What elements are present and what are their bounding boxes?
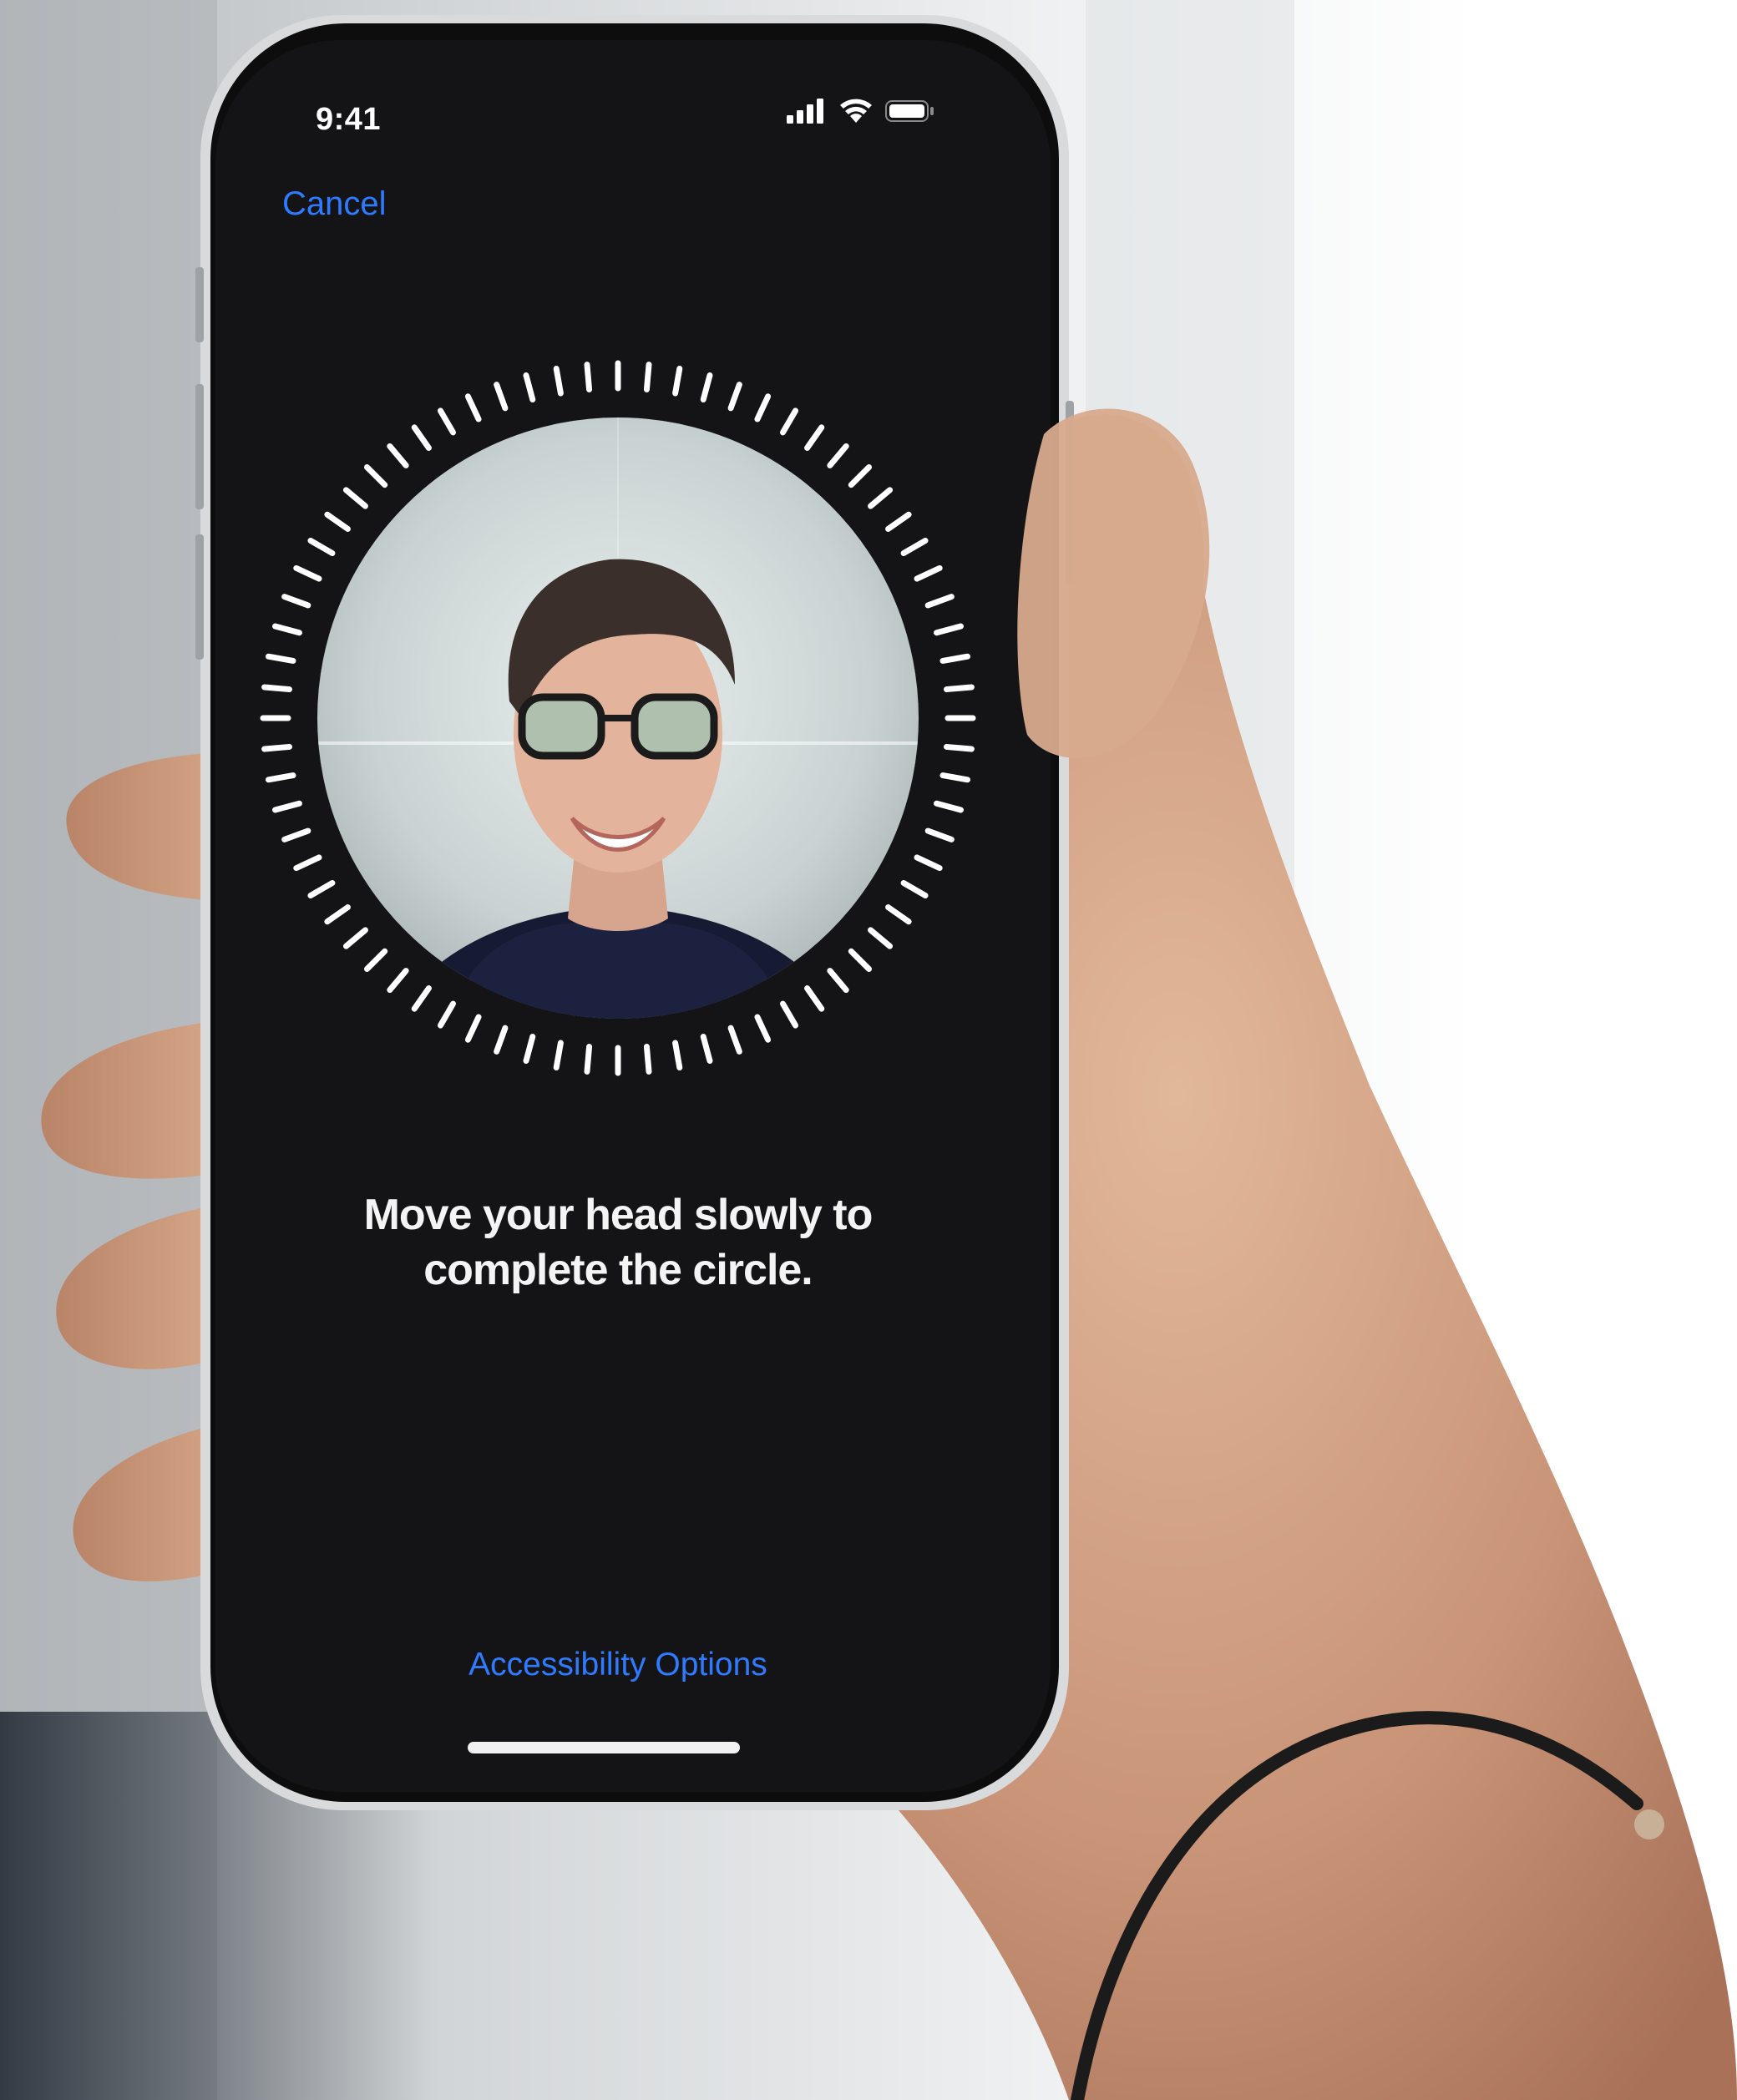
- cancel-button[interactable]: Cancel: [282, 185, 387, 223]
- accessibility-options-link[interactable]: Accessibility Options: [217, 1647, 1019, 1683]
- wifi-icon: [838, 97, 874, 128]
- instruction-line-2: complete the circle.: [423, 1246, 813, 1294]
- home-indicator: [468, 1742, 740, 1753]
- status-icons: [787, 97, 935, 128]
- photo-scene: 9:41 Cancel Move your head slowly to com…: [0, 0, 1737, 2100]
- instruction-line-1: Move your head slowly to: [363, 1191, 874, 1239]
- face-id-screen: 9:41 Cancel Move your head slowly to com…: [217, 50, 1019, 1787]
- cellular-signal-icon: [787, 97, 827, 128]
- instruction-text: Move your head slowly to complete the ci…: [217, 1187, 1019, 1298]
- bracelet-charm: [1634, 1809, 1664, 1839]
- status-time: 9:41: [316, 102, 382, 137]
- battery-icon: [885, 99, 935, 128]
